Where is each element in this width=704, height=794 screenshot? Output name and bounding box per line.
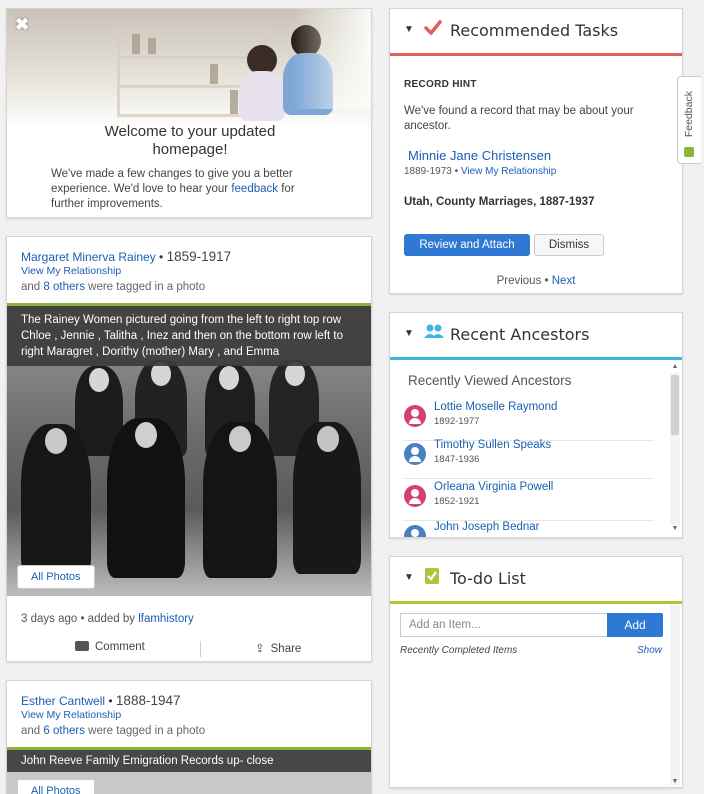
hint-pager: Previous • Next bbox=[390, 275, 682, 287]
meta-text: 3 days ago • added by bbox=[21, 613, 139, 625]
pager-separator: • bbox=[541, 275, 552, 287]
ancestor-item[interactable]: Lottie Moselle Raymond 1892-1977 bbox=[404, 401, 654, 441]
post-meta: 3 days ago • added by lfamhistory bbox=[21, 613, 194, 625]
separator: • bbox=[105, 694, 116, 708]
checklist-icon bbox=[424, 567, 440, 590]
ancestor-item[interactable]: Timothy Sullen Speaks 1847-1936 bbox=[404, 439, 654, 479]
comment-button[interactable]: Comment bbox=[75, 641, 145, 653]
collapse-triangle-icon[interactable]: ▼ bbox=[404, 572, 414, 583]
ancestor-name-link[interactable]: John Joseph Bednar bbox=[434, 521, 540, 533]
hint-person-link[interactable]: Minnie Jane Christensen bbox=[408, 148, 551, 163]
ancestor-years: 1847-1936 bbox=[434, 454, 480, 465]
male-avatar-icon bbox=[404, 525, 426, 537]
tagged-post: were tagged in a photo bbox=[84, 281, 206, 293]
others-link[interactable]: 8 others bbox=[43, 281, 85, 293]
scroll-up-icon[interactable]: ▲ bbox=[670, 363, 680, 370]
feedback-icon bbox=[684, 147, 694, 157]
hint-person-years: 1889-1973 • bbox=[404, 166, 461, 177]
others-link[interactable]: 6 others bbox=[43, 725, 85, 737]
person-years: 1859-1917 bbox=[166, 249, 232, 264]
review-and-attach-button[interactable]: Review and Attach bbox=[404, 234, 530, 256]
panel-title: To-do List bbox=[450, 569, 526, 588]
show-completed-link[interactable]: Show bbox=[637, 645, 662, 656]
share-icon: ⇪ bbox=[255, 643, 265, 655]
all-photos-button[interactable]: All Photos bbox=[17, 565, 95, 589]
next-link[interactable]: Next bbox=[552, 275, 576, 287]
ancestors-scrollbar[interactable]: ▲ ▼ bbox=[670, 363, 680, 535]
hint-person-details: 1889-1973 • View My Relationship bbox=[404, 166, 556, 177]
share-button[interactable]: ⇪ Share bbox=[255, 641, 301, 655]
panel-header[interactable]: ▼ To-do List bbox=[390, 557, 682, 601]
todo-scrollbar[interactable]: ▼ bbox=[670, 605, 680, 785]
ancestor-name-link[interactable]: Orleana Virginia Powell bbox=[434, 481, 553, 493]
panel-title: Recent Ancestors bbox=[450, 325, 590, 344]
checkmark-icon bbox=[424, 19, 442, 42]
tagged-text: and 8 others were tagged in a photo bbox=[21, 281, 205, 293]
scroll-down-icon[interactable]: ▼ bbox=[670, 525, 680, 532]
person-years: 1888-1947 bbox=[115, 693, 181, 708]
recent-ancestors-panel: ▼ Recent Ancestors Recently Viewed Ances… bbox=[389, 312, 683, 538]
female-avatar-icon bbox=[404, 485, 426, 507]
tagged-text: and 6 others were tagged in a photo bbox=[21, 725, 205, 737]
post-actions: Comment ⇪ Share bbox=[7, 641, 371, 661]
collapse-triangle-icon[interactable]: ▼ bbox=[404, 328, 414, 339]
view-relationship-link[interactable]: View My Relationship bbox=[21, 709, 121, 721]
panel-header[interactable]: ▼ Recent Ancestors bbox=[390, 313, 682, 357]
photo-caption: The Rainey Women pictured going from the… bbox=[7, 306, 371, 366]
add-item-button[interactable]: Add bbox=[607, 613, 663, 637]
view-relationship-link[interactable]: View My Relationship bbox=[461, 166, 556, 177]
feedback-link[interactable]: feedback bbox=[231, 183, 278, 195]
person-name-link[interactable]: Margaret Minerva Rainey bbox=[21, 250, 156, 264]
person-line: Margaret Minerva Rainey • 1859-1917 bbox=[21, 249, 231, 264]
ancestor-name-link[interactable]: Lottie Moselle Raymond bbox=[434, 401, 557, 413]
record-hint-label: RECORD HINT bbox=[404, 79, 477, 90]
female-avatar-icon bbox=[404, 405, 426, 427]
add-item-input[interactable] bbox=[400, 613, 608, 637]
ancestor-years: 1852-1921 bbox=[434, 496, 480, 507]
tagged-pre: and bbox=[21, 281, 44, 293]
share-label: Share bbox=[270, 643, 302, 655]
all-photos-button[interactable]: All Photos bbox=[17, 779, 95, 794]
photo-caption: John Reeve Family Emigration Records up-… bbox=[7, 750, 371, 772]
dismiss-button[interactable]: Dismiss bbox=[534, 234, 604, 256]
welcome-card: ✖ Welcome to your updated homepage! We'v… bbox=[6, 8, 372, 218]
view-relationship-link[interactable]: View My Relationship bbox=[21, 265, 121, 277]
comment-icon bbox=[75, 641, 89, 651]
photo-post-card: Esther Cantwell • 1888-1947 View My Rela… bbox=[6, 680, 372, 794]
welcome-banner-image bbox=[7, 9, 371, 129]
scroll-down-icon[interactable]: ▼ bbox=[670, 778, 680, 785]
feedback-tab[interactable]: Feedback bbox=[677, 76, 701, 164]
people-icon bbox=[424, 323, 444, 346]
panel-title: Recommended Tasks bbox=[450, 21, 619, 40]
todo-list-panel: ▼ To-do List Add Recently Completed Item… bbox=[389, 556, 683, 788]
welcome-text: We've made a few changes to give you a b… bbox=[51, 167, 331, 212]
scroll-thumb[interactable] bbox=[671, 375, 679, 435]
record-hint-text: We've found a record that may be about y… bbox=[404, 105, 634, 132]
ancestor-name-link[interactable]: Timothy Sullen Speaks bbox=[434, 439, 551, 451]
person-name-link[interactable]: Esther Cantwell bbox=[21, 694, 105, 708]
tagged-pre: and bbox=[21, 725, 44, 737]
feedback-tab-label: Feedback bbox=[683, 91, 695, 138]
photo-post-card: Margaret Minerva Rainey • 1859-1917 View… bbox=[6, 236, 372, 662]
recently-completed-label: Recently Completed Items bbox=[400, 645, 518, 656]
panel-header[interactable]: ▼ Recommended Tasks bbox=[390, 9, 682, 53]
collapse-triangle-icon[interactable]: ▼ bbox=[404, 24, 414, 35]
close-icon[interactable]: ✖ bbox=[15, 15, 29, 35]
comment-label: Comment bbox=[95, 641, 145, 653]
child-body bbox=[239, 71, 285, 121]
person-line: Esther Cantwell • 1888-1947 bbox=[21, 693, 180, 708]
separator: • bbox=[155, 250, 167, 264]
ancestor-years: 1892-1977 bbox=[434, 416, 480, 427]
added-by-link[interactable]: lfamhistory bbox=[138, 613, 194, 625]
recommended-tasks-panel: ▼ Recommended Tasks RECORD HINT We've fo… bbox=[389, 8, 683, 294]
previous-link[interactable]: Previous bbox=[497, 275, 542, 287]
record-collection-name: Utah, County Marriages, 1887-1937 bbox=[404, 196, 595, 208]
recent-ancestors-subtitle: Recently Viewed Ancestors bbox=[408, 373, 572, 388]
welcome-title: Welcome to your updated homepage! bbox=[104, 123, 276, 158]
ancestor-item[interactable]: John Joseph Bednar bbox=[404, 521, 654, 537]
male-avatar-icon bbox=[404, 443, 426, 465]
tagged-post: were tagged in a photo bbox=[84, 725, 206, 737]
ancestor-item[interactable]: Orleana Virginia Powell 1852-1921 bbox=[404, 481, 654, 521]
